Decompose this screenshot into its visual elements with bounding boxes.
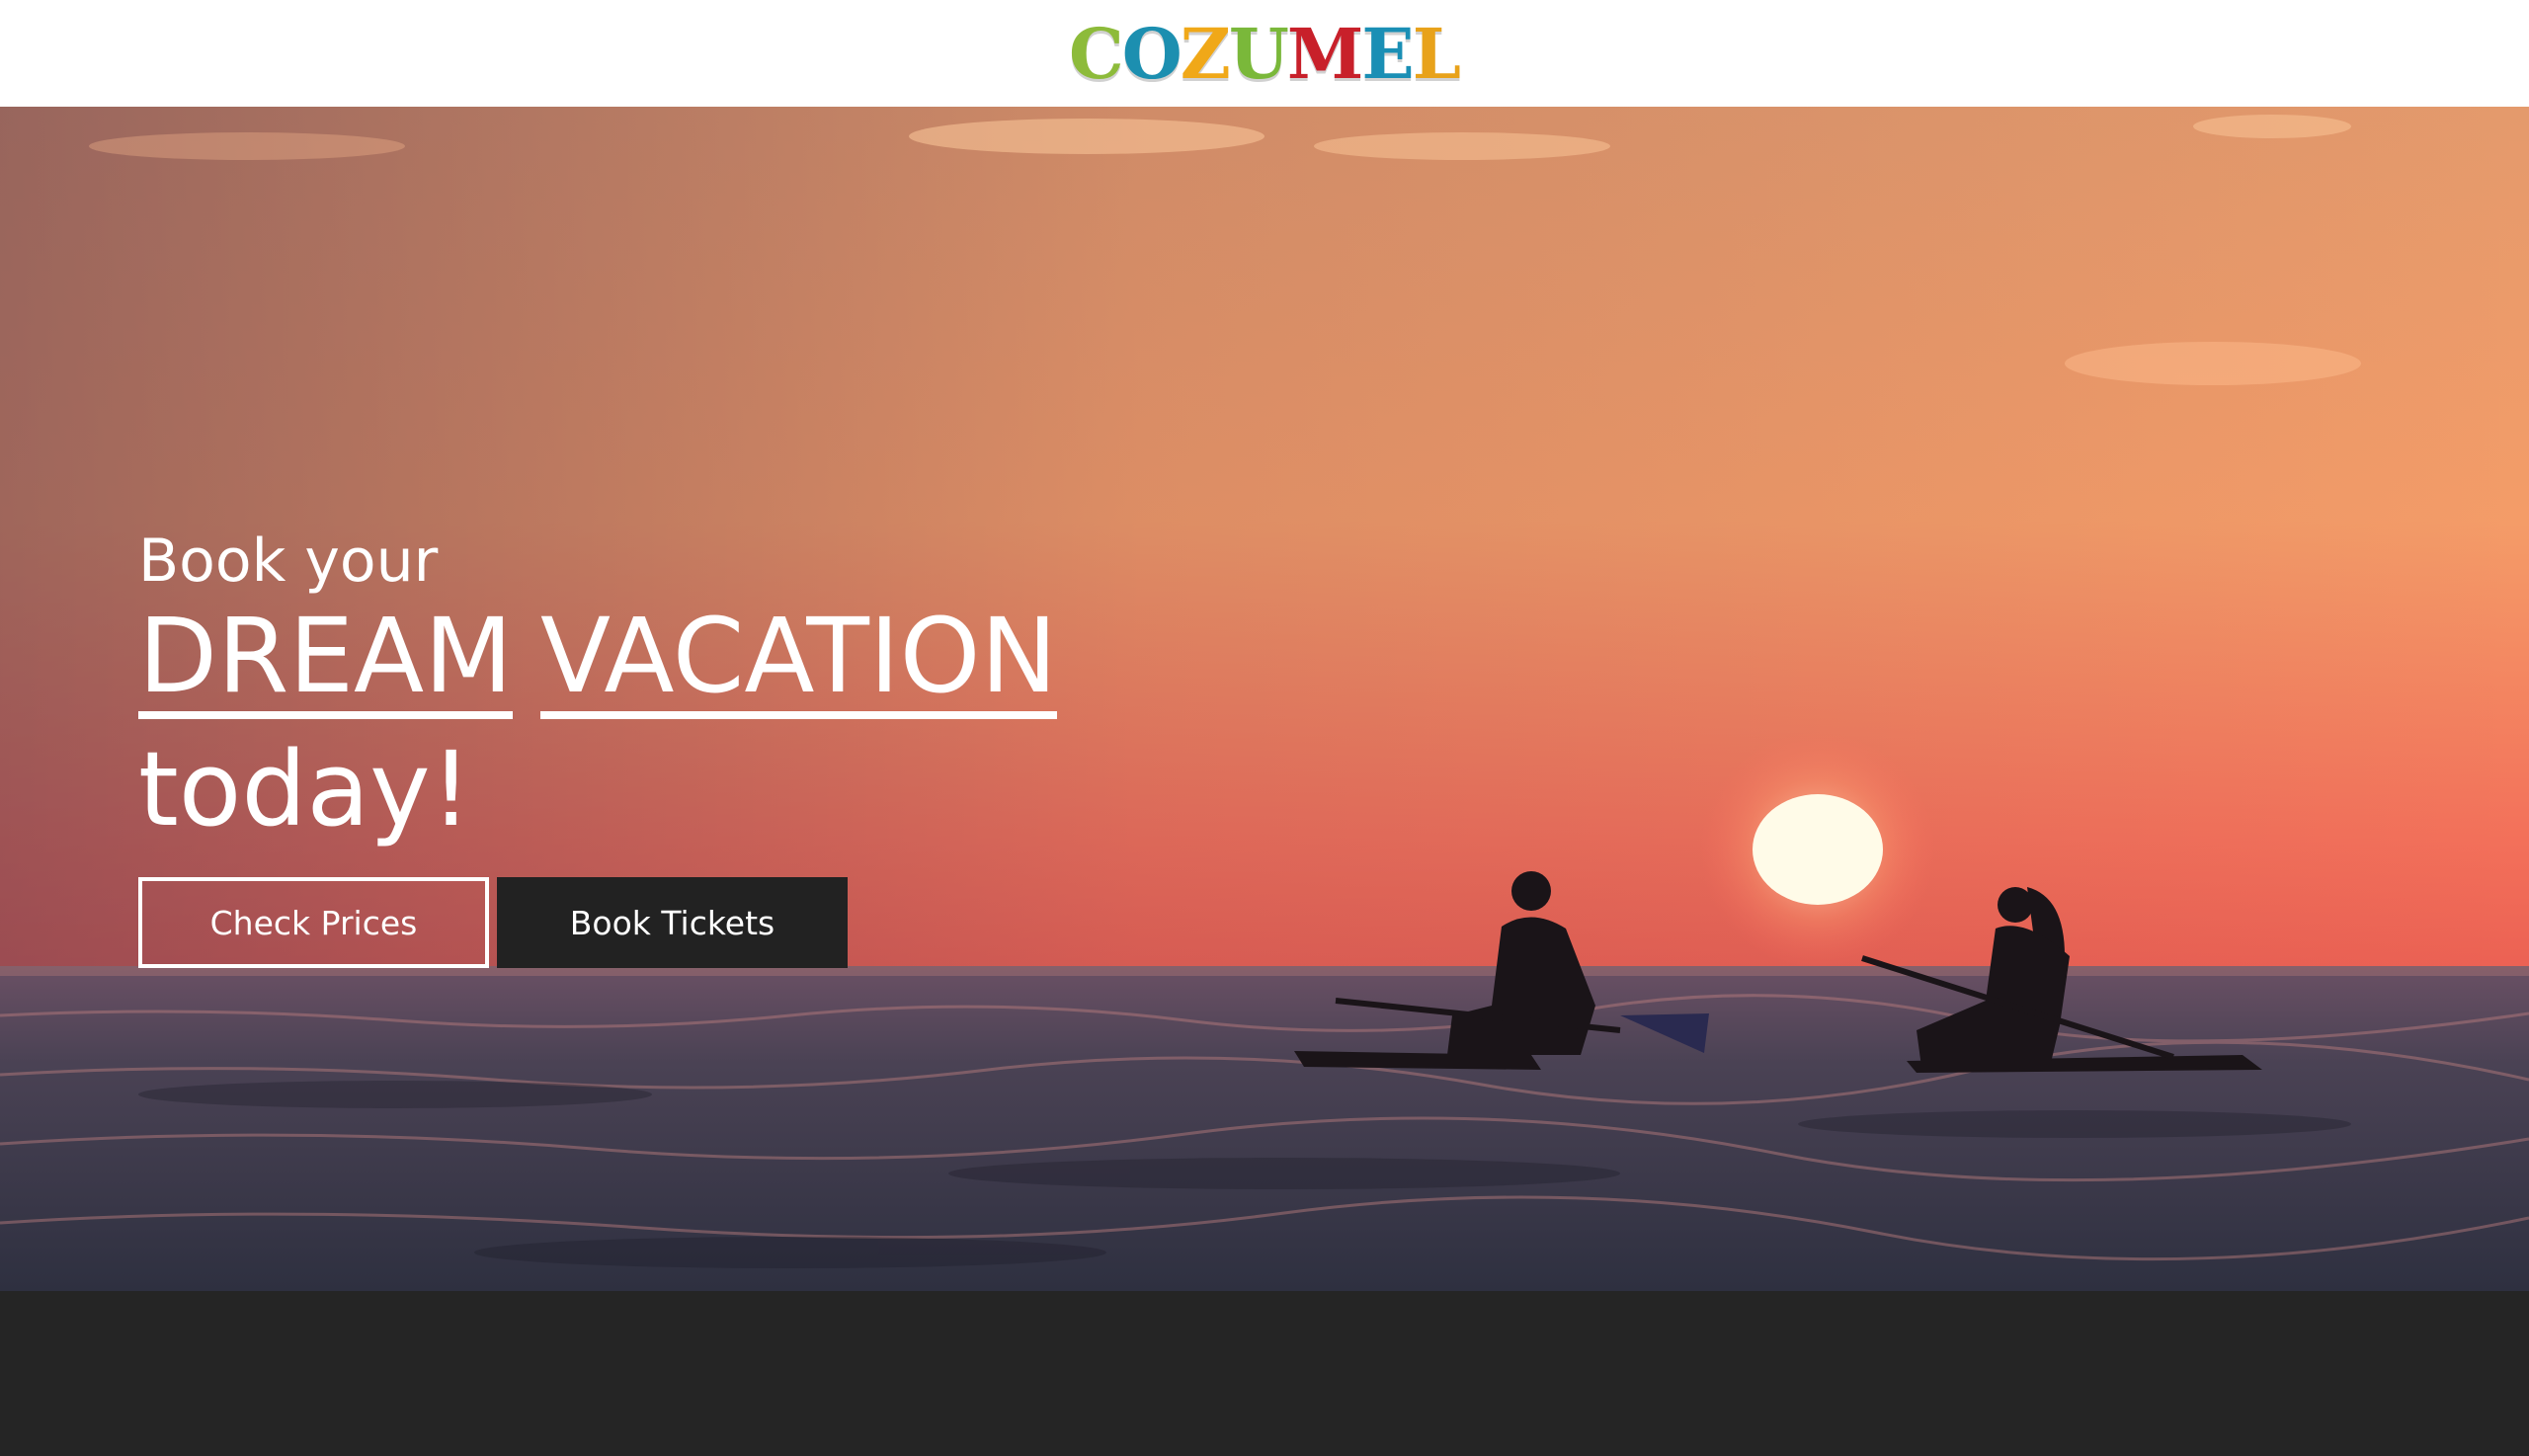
highlight-word-dream: DREAM [138,601,513,719]
cozumel-logo[interactable]: COZUMEL [1069,13,1461,95]
hero-banner: Book your DREAM VACATION today! Check Pr… [0,107,2529,1291]
headline-highlight: DREAM VACATION [138,601,1058,719]
logo-letter: M [1286,12,1363,95]
logo-letter: E [1361,12,1414,95]
hero-headline: Book your DREAM VACATION today! [138,522,1058,857]
hero-actions: Check Prices Book Tickets [138,877,848,968]
logo-letter: C [1069,12,1124,95]
logo-letter: L [1412,12,1461,95]
book-tickets-button[interactable]: Book Tickets [497,877,848,968]
logo-letter: O [1121,12,1183,95]
check-prices-button[interactable]: Check Prices [138,877,489,968]
logo-letter: Z [1180,12,1231,95]
headline-outro: today! [138,729,472,849]
site-header: COZUMEL [0,0,2529,107]
highlight-word-vacation: VACATION [539,601,1058,719]
headline-intro: Book your [138,526,439,596]
logo-letter: U [1228,12,1289,95]
page-footer [0,1291,2529,1456]
